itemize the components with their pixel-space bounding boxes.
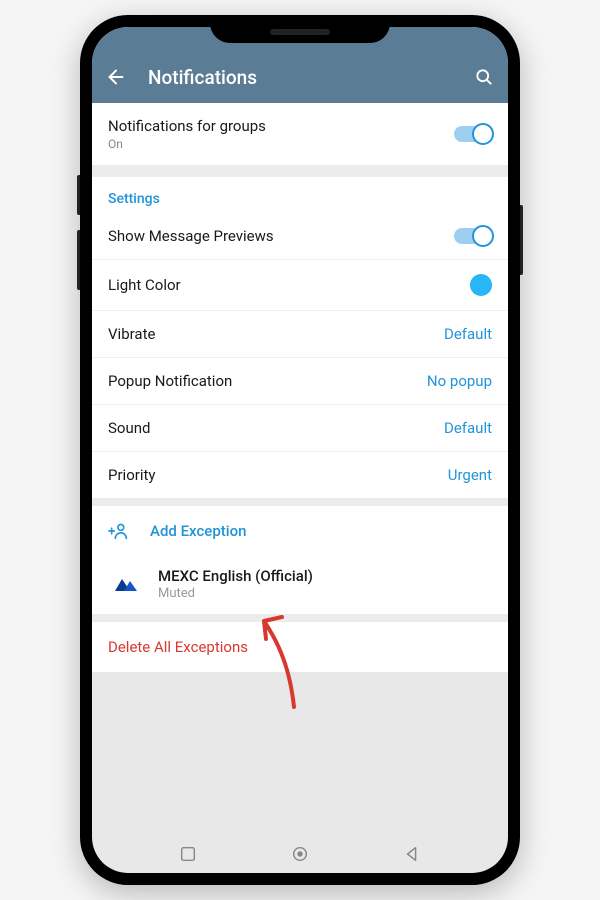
nav-back-button[interactable]	[403, 845, 421, 863]
exception-name: MEXC English (Official)	[158, 567, 313, 585]
row-sublabel: On	[108, 137, 266, 151]
row-value: Urgent	[448, 466, 492, 484]
light-color-row[interactable]: Light Color	[92, 260, 508, 311]
phone-frame: Notifications Notifications for groups O…	[80, 15, 520, 885]
exception-item[interactable]: MEXC English (Official) Muted	[92, 556, 508, 614]
row-label: Priority	[108, 466, 155, 484]
row-label: Show Message Previews	[108, 227, 274, 245]
nav-recent-button[interactable]	[179, 845, 197, 863]
nav-home-button[interactable]	[291, 845, 309, 863]
android-nav-bar	[92, 835, 508, 873]
previews-toggle[interactable]	[454, 228, 492, 244]
light-color-indicator	[470, 274, 492, 296]
exception-status: Muted	[158, 586, 313, 601]
row-label: Light Color	[108, 276, 181, 294]
app-header: Notifications	[92, 51, 508, 103]
groups-toggle[interactable]	[454, 126, 492, 142]
row-label: Vibrate	[108, 325, 155, 343]
notifications-for-groups-row[interactable]: Notifications for groups On	[92, 103, 508, 165]
add-person-icon	[108, 520, 130, 542]
vibrate-row[interactable]: Vibrate Default	[92, 311, 508, 358]
row-value: Default	[444, 325, 492, 343]
back-button[interactable]	[104, 65, 128, 89]
screen: Notifications Notifications for groups O…	[92, 27, 508, 873]
priority-row[interactable]: Priority Urgent	[92, 452, 508, 498]
row-label: Popup Notification	[108, 372, 232, 390]
search-button[interactable]	[472, 65, 496, 89]
sound-row[interactable]: Sound Default	[92, 405, 508, 452]
show-previews-row[interactable]: Show Message Previews	[92, 213, 508, 260]
page-title: Notifications	[148, 66, 472, 89]
popup-row[interactable]: Popup Notification No popup	[92, 358, 508, 405]
delete-all-exceptions-button[interactable]: Delete All Exceptions	[92, 622, 508, 672]
settings-section-header: Settings	[92, 177, 508, 213]
row-label: Sound	[108, 419, 150, 437]
exception-avatar	[108, 566, 144, 602]
row-label: Notifications for groups	[108, 117, 266, 135]
add-exception-button[interactable]: Add Exception	[92, 506, 508, 556]
row-value: Default	[444, 419, 492, 437]
row-value: No popup	[427, 372, 492, 390]
add-exception-label: Add Exception	[150, 522, 246, 540]
